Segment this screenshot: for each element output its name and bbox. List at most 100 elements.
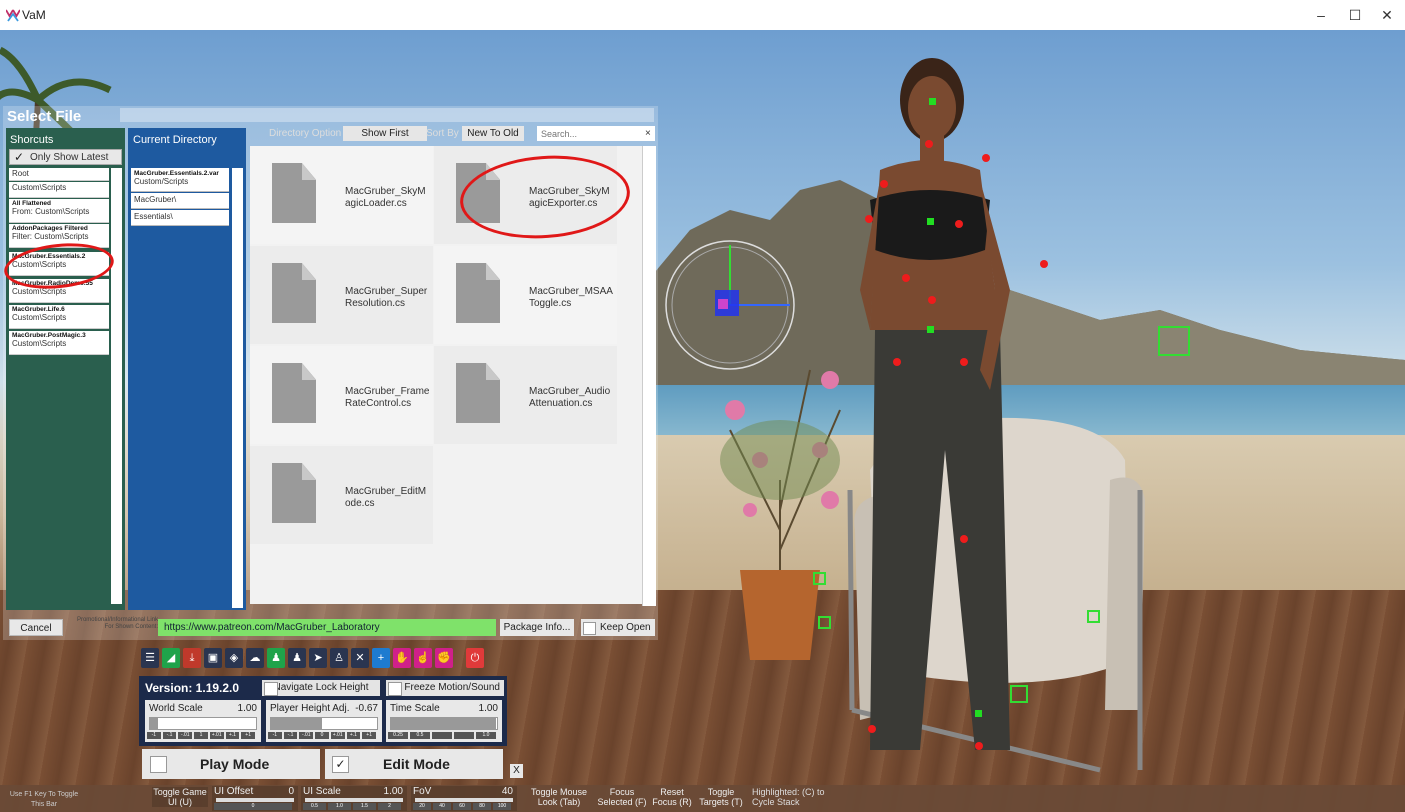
toggle-game-ui-button[interactable]: Toggle Game UI (U) xyxy=(152,787,208,807)
play-mode-checkbox[interactable] xyxy=(150,756,167,773)
ui-offset-value: 0 xyxy=(288,786,294,797)
step-button[interactable]: -.01 xyxy=(178,732,193,739)
step-button[interactable]: 20 xyxy=(413,803,431,810)
tools-icon[interactable]: ✕ xyxy=(351,648,369,668)
keep-open-checkbox[interactable] xyxy=(583,622,596,635)
slider-track[interactable] xyxy=(270,717,378,730)
package-icon[interactable]: ▣ xyxy=(204,648,222,668)
step-button[interactable]: 0.5 xyxy=(410,732,430,739)
file-tile[interactable]: MacGruber_SkyMagicLoader.cs xyxy=(250,146,433,244)
edit-mode-checkbox[interactable]: ✓ xyxy=(332,756,349,773)
step-button[interactable]: 100 xyxy=(493,803,511,810)
select-icon[interactable]: ➤ xyxy=(309,648,327,668)
shortcuts-scrollbar[interactable] xyxy=(111,168,122,604)
close-window-button[interactable]: ✕ xyxy=(1372,6,1402,24)
step-button[interactable]: 1.5 xyxy=(353,803,376,810)
file-tile[interactable]: MacGruber_AudioAttenuation.cs xyxy=(434,346,617,444)
current-directory-title: Current Directory xyxy=(133,134,217,146)
reset-focus-button[interactable]: Reset Focus (R) xyxy=(651,787,693,807)
file-tile[interactable]: MacGruber_SuperResolution.cs xyxy=(250,246,433,344)
step-button[interactable]: +1 xyxy=(241,732,255,739)
close-ui-button[interactable]: X xyxy=(510,764,523,778)
step-button[interactable]: 60 xyxy=(453,803,471,810)
player-height-slider[interactable]: Player Height Adj. -0.67 -1 -.1 -.01 0 +.01 +… xyxy=(266,700,382,742)
step-button[interactable]: 0 xyxy=(214,803,292,810)
shortcut-item[interactable]: MacGruber.Life.6 Custom\Scripts xyxy=(9,305,109,329)
freeze-motion-sound-checkbox[interactable] xyxy=(388,682,402,696)
hand-icon[interactable]: ✋ xyxy=(393,648,411,668)
step-button[interactable]: 0.25 xyxy=(388,732,408,739)
file-tile[interactable]: MacGruber_EditMode.cs xyxy=(250,446,433,544)
person-select-icon[interactable]: ♙ xyxy=(330,648,348,668)
file-grid-scrollbar[interactable] xyxy=(642,146,656,606)
file-tile[interactable]: MacGruber_FrameRateControl.cs xyxy=(250,346,433,444)
toggle-targets-button[interactable]: Toggle Targets (T) xyxy=(697,787,745,807)
fov-slider[interactable]: FoV 40 20 40 60 80 100 xyxy=(411,786,517,811)
directory-item[interactable]: Essentials\ xyxy=(131,210,229,226)
person-add-icon[interactable]: ♟ xyxy=(267,648,285,668)
step-button[interactable]: 80 xyxy=(473,803,491,810)
fov-label: FoV xyxy=(413,786,432,797)
shortcut-item[interactable]: MacGruber.PostMagic.3 Custom\Scripts xyxy=(9,331,109,355)
show-first-button[interactable]: Show First xyxy=(343,126,427,141)
hand-grab-icon[interactable]: ✊ xyxy=(435,648,453,668)
package-info-button[interactable]: Package Info... xyxy=(500,619,574,636)
menu-icon[interactable]: ☰ xyxy=(141,648,159,668)
shortcut-item[interactable]: Root xyxy=(9,168,109,181)
step-button[interactable]: -1 xyxy=(147,732,161,739)
search-input[interactable] xyxy=(537,126,655,141)
shortcut-item[interactable]: All Flattened From: Custom\Scripts xyxy=(9,199,109,223)
navigate-lock-height-toggle[interactable]: Navigate Lock Height xyxy=(262,680,380,696)
sort-order-button[interactable]: New To Old xyxy=(462,126,524,141)
navigate-lock-height-checkbox[interactable] xyxy=(264,682,278,696)
clear-search-icon[interactable]: × xyxy=(645,128,651,139)
slider-track[interactable] xyxy=(390,717,498,730)
package-manager-icon[interactable]: ◈ xyxy=(225,648,243,668)
step-button[interactable]: 1.0 xyxy=(476,732,496,739)
step-button[interactable] xyxy=(454,732,474,739)
world-scale-slider[interactable]: World Scale 1.00 -1 -.1 -.01 1 +.01 +.1 +1 xyxy=(145,700,261,742)
step-button[interactable]: -.01 xyxy=(299,732,314,739)
add-atom-icon[interactable]: + xyxy=(372,648,390,668)
scene-icon[interactable]: ◢ xyxy=(162,648,180,668)
time-scale-slider[interactable]: Time Scale 1.00 0.25 0.5 1.0 xyxy=(386,700,502,742)
directory-scrollbar[interactable] xyxy=(232,168,243,608)
step-button[interactable]: +.1 xyxy=(346,732,361,739)
step-button[interactable]: 1 xyxy=(194,732,208,739)
step-button[interactable]: +.01 xyxy=(330,732,345,739)
directory-item[interactable]: MacGruber.Essentials.2.var Custom/Scripts xyxy=(131,168,229,192)
ui-offset-slider[interactable]: UI Offset 0 0 xyxy=(212,786,298,811)
step-button[interactable]: 0.5 xyxy=(303,803,326,810)
step-button[interactable]: +.01 xyxy=(209,732,224,739)
step-button[interactable]: -.1 xyxy=(283,732,298,739)
toggle-mouse-look-button[interactable]: Toggle Mouse Look (Tab) xyxy=(525,787,593,807)
step-button[interactable]: 0 xyxy=(315,732,329,739)
maximize-button[interactable]: ☐ xyxy=(1340,6,1370,24)
directory-item[interactable]: MacGruber\ xyxy=(131,193,229,209)
cancel-button[interactable]: Cancel xyxy=(9,619,63,636)
save-icon[interactable]: ⤓ xyxy=(183,648,201,668)
shortcut-item[interactable]: Custom\Scripts xyxy=(9,182,109,198)
minimize-button[interactable]: – xyxy=(1306,6,1336,24)
step-button[interactable] xyxy=(432,732,452,739)
file-tile[interactable]: MacGruber_MSAAToggle.cs xyxy=(434,246,617,344)
step-button[interactable]: 1.0 xyxy=(328,803,351,810)
promo-url-link[interactable]: https://www.patreon.com/MacGruber_Labora… xyxy=(158,619,496,636)
slider-track[interactable] xyxy=(149,717,257,730)
step-button[interactable]: 40 xyxy=(433,803,451,810)
power-icon[interactable]: ⏻ xyxy=(466,648,484,668)
step-button[interactable]: -1 xyxy=(268,732,282,739)
transform-gizmo[interactable] xyxy=(660,235,800,375)
step-button[interactable]: +1 xyxy=(362,732,376,739)
step-button[interactable]: +.1 xyxy=(225,732,240,739)
hand-point-icon[interactable]: ☝ xyxy=(414,648,432,668)
ui-scale-slider[interactable]: UI Scale 1.00 0.5 1.0 1.5 2 xyxy=(301,786,407,811)
step-button[interactable]: -.1 xyxy=(162,732,177,739)
player-height-value: -0.67 xyxy=(355,703,378,714)
person-settings-icon[interactable]: ♟ xyxy=(288,648,306,668)
world-scale-label: World Scale xyxy=(149,703,203,714)
freeze-motion-sound-toggle[interactable]: Freeze Motion/Sound xyxy=(386,680,504,696)
step-button[interactable]: 2 xyxy=(378,803,401,810)
focus-selected-button[interactable]: Focus Selected (F) xyxy=(597,787,647,807)
cloud-icon[interactable]: ☁ xyxy=(246,648,264,668)
